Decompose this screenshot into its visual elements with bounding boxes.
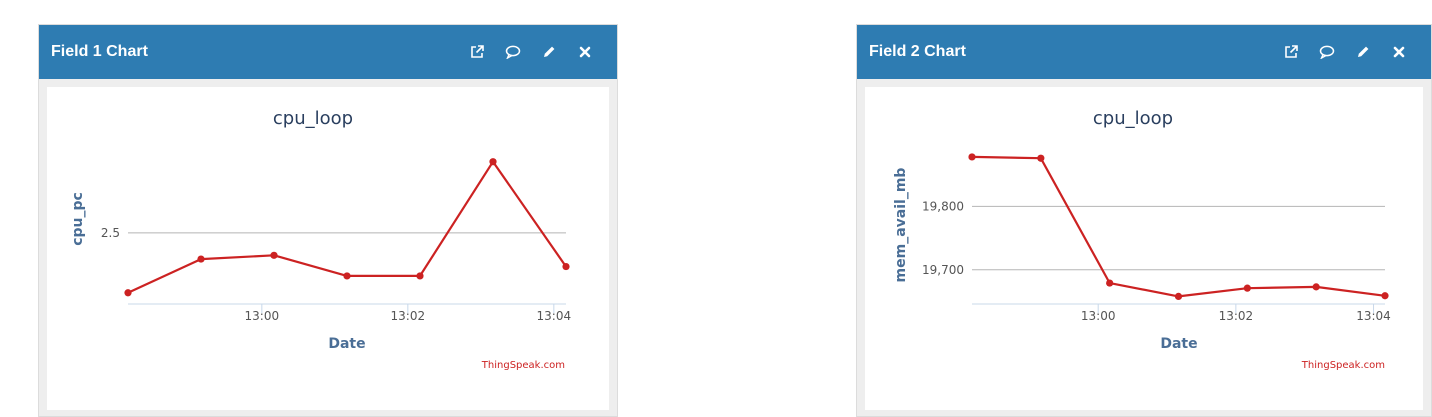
panel-header: Field 1 Chart bbox=[39, 25, 617, 79]
external-link-icon[interactable] bbox=[469, 44, 485, 60]
chart-card: cpu_loop cpu_pc Date ThingSpeak.com 2.5 1… bbox=[47, 87, 609, 410]
data-point[interactable] bbox=[489, 158, 497, 166]
data-point[interactable] bbox=[270, 251, 278, 259]
thingspeak-credit[interactable]: ThingSpeak.com bbox=[1301, 360, 1385, 371]
pencil-icon[interactable] bbox=[541, 44, 557, 60]
y-tick-label: 19,700 bbox=[922, 263, 964, 277]
x-tick-label: 13:04 bbox=[537, 309, 572, 323]
y-axis-label: mem_avail_mb bbox=[893, 168, 909, 283]
x-tick-label: 13:00 bbox=[1081, 309, 1116, 323]
data-point[interactable] bbox=[1037, 154, 1045, 162]
x-tick-label: 13:04 bbox=[1356, 309, 1391, 323]
comment-icon[interactable] bbox=[1319, 44, 1335, 60]
x-axis-label: Date bbox=[1160, 336, 1197, 352]
data-point[interactable] bbox=[343, 272, 351, 280]
panel-toolbar bbox=[469, 44, 605, 60]
chart-panel-field-1: Field 1 Chart cpu_loop cpu_pc Date Thing… bbox=[38, 24, 618, 417]
axis-layer: 2.5 13:00 13:02 13:04 bbox=[101, 226, 571, 323]
y-tick-label: 19,800 bbox=[922, 199, 964, 213]
panel-title: Field 2 Chart bbox=[869, 43, 966, 60]
thingspeak-credit[interactable]: ThingSpeak.com bbox=[481, 360, 565, 371]
pencil-icon[interactable] bbox=[1355, 44, 1371, 60]
panel-title: Field 1 Chart bbox=[51, 43, 148, 60]
x-tick-label: 13:02 bbox=[391, 309, 426, 323]
grid-layer bbox=[972, 205, 1385, 271]
chart-panel-field-2: Field 2 Chart cpu_loop mem_avail_mb Date… bbox=[856, 24, 1432, 417]
data-point[interactable] bbox=[968, 153, 976, 161]
data-point[interactable] bbox=[1381, 292, 1389, 300]
data-point[interactable] bbox=[1174, 292, 1183, 300]
comment-icon[interactable] bbox=[505, 44, 521, 60]
chart-title: cpu_loop bbox=[273, 108, 353, 129]
chart-title: cpu_loop bbox=[1093, 108, 1173, 129]
axis-layer: 19,800 19,700 13:00 13:02 13:04 bbox=[922, 199, 1391, 323]
panel-toolbar bbox=[1283, 44, 1419, 60]
data-point[interactable] bbox=[562, 262, 570, 271]
line-chart: cpu_loop cpu_pc Date ThingSpeak.com 2.5 1… bbox=[70, 108, 571, 371]
x-tick-label: 13:00 bbox=[245, 309, 280, 323]
data-point[interactable] bbox=[1243, 284, 1251, 292]
line-chart: cpu_loop mem_avail_mb Date ThingSpeak.co… bbox=[893, 108, 1391, 371]
panel-header: Field 2 Chart bbox=[857, 25, 1431, 79]
close-icon[interactable] bbox=[1391, 44, 1407, 60]
data-point[interactable] bbox=[197, 255, 205, 263]
series-line bbox=[971, 155, 1386, 298]
x-tick-label: 13:02 bbox=[1219, 309, 1254, 323]
close-icon[interactable] bbox=[577, 44, 593, 60]
series-layer bbox=[124, 158, 570, 297]
data-point[interactable] bbox=[1106, 279, 1114, 287]
series-layer bbox=[968, 153, 1389, 300]
x-axis-label: Date bbox=[328, 336, 365, 352]
y-axis-label: cpu_pc bbox=[70, 192, 86, 246]
external-link-icon[interactable] bbox=[1283, 44, 1299, 60]
data-point[interactable] bbox=[1312, 283, 1320, 291]
data-point[interactable] bbox=[124, 289, 132, 297]
data-point[interactable] bbox=[416, 272, 424, 280]
y-tick-label: 2.5 bbox=[101, 226, 120, 240]
chart-card: cpu_loop mem_avail_mb Date ThingSpeak.co… bbox=[865, 87, 1423, 410]
